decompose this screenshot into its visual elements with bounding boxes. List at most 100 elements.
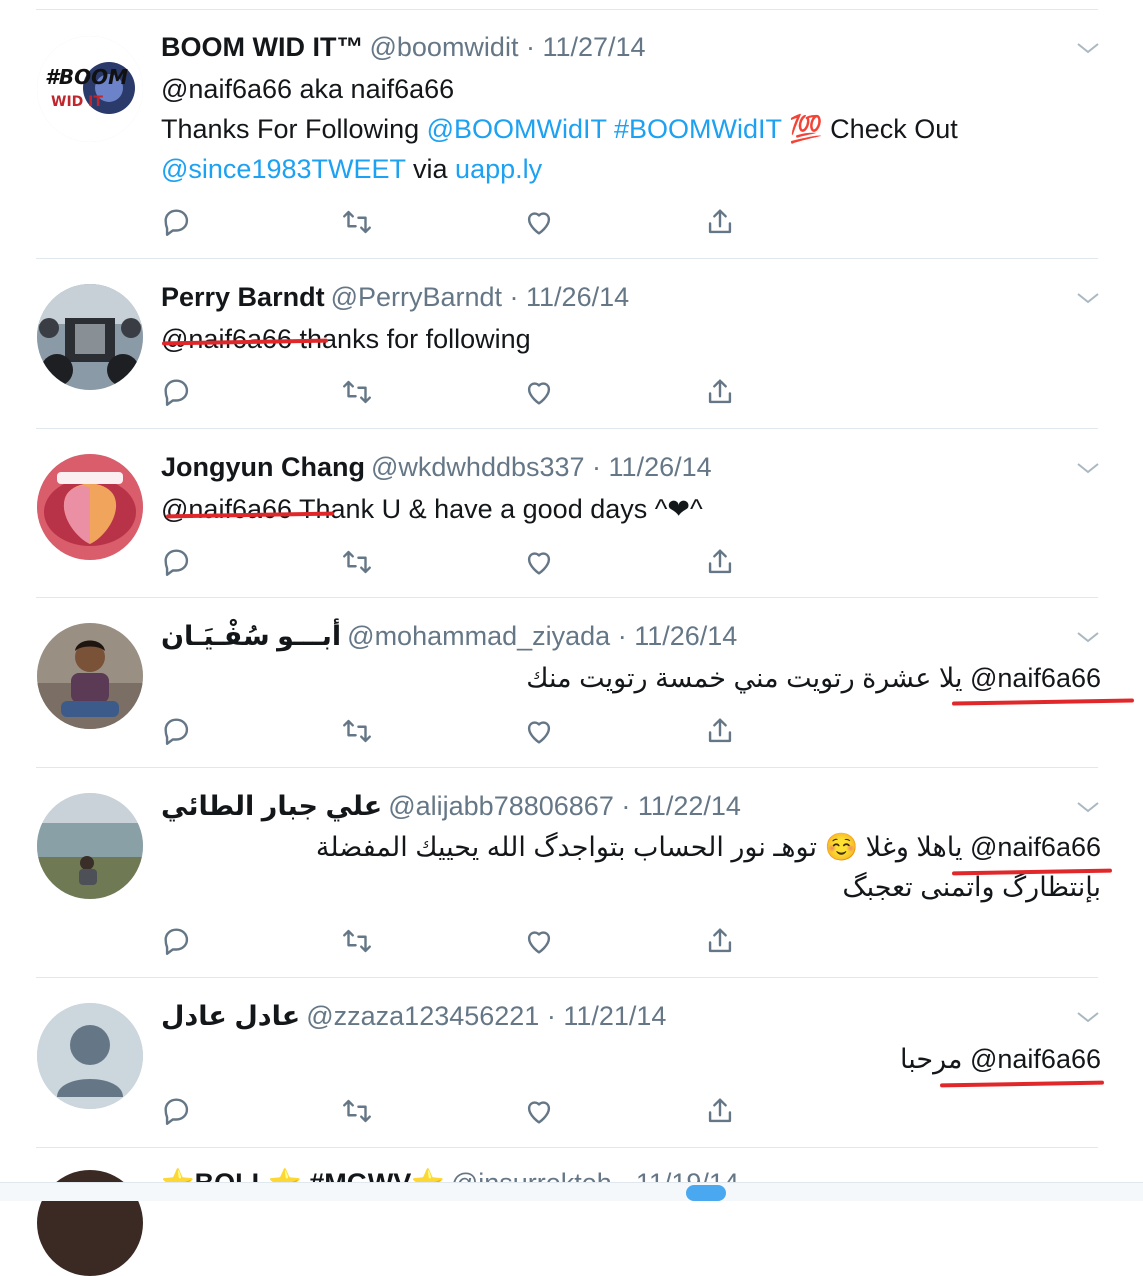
author-name[interactable]: BOOM WID IT™ xyxy=(161,32,363,62)
tweet-date[interactable]: 11/26/14 xyxy=(609,452,712,482)
author-handle[interactable]: @wkdwhddbs337 xyxy=(371,452,585,482)
tweet-text-segment: Thank U & have a good days ^❤^ xyxy=(292,494,703,524)
reply-icon[interactable] xyxy=(160,1094,194,1128)
tweet-text-segment: naif6a66@ ياهلا وغلا ☺️ توهـ نور الحساب … xyxy=(315,832,1101,862)
reply-icon[interactable] xyxy=(160,375,194,409)
like-icon[interactable] xyxy=(522,924,556,958)
divider xyxy=(36,597,1098,598)
divider xyxy=(36,258,1098,259)
divider xyxy=(36,1147,1098,1148)
author-handle[interactable]: @alijabb78806867 xyxy=(388,791,614,821)
tweet-header: علي جبار الطائي @alijabb78806867 · 11/22/… xyxy=(161,786,741,826)
separator-dot: · xyxy=(584,452,609,482)
like-icon[interactable] xyxy=(522,714,556,748)
tweet-text: naif6a66@ ياهلا وغلا ☺️ توهـ نور الحساب … xyxy=(161,827,1101,907)
avatar[interactable] xyxy=(37,623,143,729)
like-icon[interactable] xyxy=(522,375,556,409)
tweet-date[interactable]: 11/22/14 xyxy=(638,791,741,821)
retweet-icon[interactable] xyxy=(340,714,374,748)
tweet-text-segment: Thanks For Following xyxy=(161,114,427,144)
separator-dot: · xyxy=(539,1001,564,1031)
svg-text:WID IT: WID IT xyxy=(51,94,103,110)
author-name[interactable]: عادل عادل xyxy=(161,1001,300,1031)
default-avatar[interactable] xyxy=(37,1003,143,1109)
tweet-date[interactable]: 11/26/14 xyxy=(526,282,629,312)
tweet-link[interactable]: @BOOMWidIT #BOOMWidIT xyxy=(427,114,782,144)
tweet-header: أبـــو سُفْـيَـان @mohammad_ziyada · 11/2… xyxy=(161,616,737,656)
compose-indicator[interactable] xyxy=(686,1185,726,1201)
like-icon[interactable] xyxy=(522,1094,556,1128)
share-icon[interactable] xyxy=(703,545,737,579)
chevron-down-icon[interactable] xyxy=(1075,798,1101,816)
avatar[interactable] xyxy=(37,454,143,560)
svg-text:#BOOM: #BOOM xyxy=(45,65,128,89)
author-handle[interactable]: @boomwidit xyxy=(369,32,518,62)
red-underline-mark xyxy=(951,698,1135,706)
tweet-line: naif6a66@ مرحبا xyxy=(161,1039,1101,1079)
reply-icon[interactable] xyxy=(160,714,194,748)
share-icon[interactable] xyxy=(703,714,737,748)
tweet-header: Perry Barndt @PerryBarndt · 11/26/14 xyxy=(161,277,629,317)
avatar[interactable] xyxy=(37,284,143,390)
author-name[interactable]: أبـــو سُفْـيَـان xyxy=(161,621,341,651)
retweet-icon[interactable] xyxy=(340,545,374,579)
tweet-line: Thanks For Following @BOOMWidIT #BOOMWid… xyxy=(161,109,1101,149)
retweet-icon[interactable] xyxy=(340,924,374,958)
retweet-icon[interactable] xyxy=(340,205,374,239)
tweet-text-segment: 💯 Check Out xyxy=(781,114,958,144)
share-icon[interactable] xyxy=(703,375,737,409)
like-icon[interactable] xyxy=(522,545,556,579)
tweet-actions xyxy=(160,545,740,579)
red-underline-mark xyxy=(939,1080,1105,1088)
tweet-line: naif6a66@ يلا عشرة رتويت مني خمسة رتويت … xyxy=(161,658,1101,698)
author-name[interactable]: Jongyun Chang xyxy=(161,452,365,482)
separator-dot: · xyxy=(613,791,638,821)
divider xyxy=(36,9,1098,10)
tweet-actions xyxy=(160,924,740,958)
tweet-text: @naif6a66 aka naif6a66 Thanks For Followi… xyxy=(161,69,1101,189)
tweet-date[interactable]: 11/26/14 xyxy=(634,621,737,651)
avatar[interactable]: #BOOM WID IT xyxy=(37,36,143,142)
retweet-icon[interactable] xyxy=(340,1094,374,1128)
chevron-down-icon[interactable] xyxy=(1075,628,1101,646)
reply-icon[interactable] xyxy=(160,205,194,239)
tweet-text: @naif6a66 Thank U & have a good days ^❤^ xyxy=(161,489,1101,529)
retweet-icon[interactable] xyxy=(340,375,374,409)
author-name[interactable]: علي جبار الطائي xyxy=(161,791,382,821)
author-name[interactable]: Perry Barndt xyxy=(161,282,325,312)
chevron-down-icon[interactable] xyxy=(1075,1008,1101,1026)
share-icon[interactable] xyxy=(703,924,737,958)
tweet-actions xyxy=(160,714,740,748)
tweet-date[interactable]: 11/27/14 xyxy=(542,32,645,62)
author-handle[interactable]: @PerryBarndt xyxy=(331,282,502,312)
separator-dot: · xyxy=(502,282,527,312)
tweet-link[interactable]: uapp.ly xyxy=(455,154,542,184)
like-icon[interactable] xyxy=(522,205,556,239)
tweet-text-segment: @naif6a66 xyxy=(161,74,293,104)
tweet-text: naif6a66@ يلا عشرة رتويت مني خمسة رتويت … xyxy=(161,658,1101,698)
tweet-actions xyxy=(160,1094,740,1128)
chevron-down-icon[interactable] xyxy=(1075,289,1101,307)
separator-dot: · xyxy=(610,621,635,651)
avatar[interactable] xyxy=(37,793,143,899)
tweet-link[interactable]: @since1983TWEET xyxy=(161,154,406,184)
divider xyxy=(36,977,1098,978)
share-icon[interactable] xyxy=(703,205,737,239)
chevron-down-icon[interactable] xyxy=(1075,39,1101,57)
share-icon[interactable] xyxy=(703,1094,737,1128)
author-handle[interactable]: @zzaza123456221 xyxy=(306,1001,539,1031)
tweet-date[interactable]: 11/21/14 xyxy=(563,1001,666,1031)
chevron-down-icon[interactable] xyxy=(1075,459,1101,477)
reply-icon[interactable] xyxy=(160,545,194,579)
reply-icon[interactable] xyxy=(160,924,194,958)
tweet-actions xyxy=(160,375,740,409)
tweet-text-segment: @naif6a66 xyxy=(161,494,293,524)
separator-dot: · xyxy=(518,32,543,62)
tweet-text-segment: via xyxy=(405,154,456,184)
tweet-line: @naif6a66 aka naif6a66 xyxy=(161,69,1101,109)
tweet-text-segment: بإنتظارگ واتمنى تعجبگ xyxy=(842,872,1101,902)
tweet-text-segment: naif6a66@ مرحبا xyxy=(900,1044,1101,1074)
divider xyxy=(36,767,1098,768)
tweet-header: عادل عادل @zzaza123456221 · 11/21/14 xyxy=(161,996,666,1036)
author-handle[interactable]: @mohammad_ziyada xyxy=(347,621,610,651)
